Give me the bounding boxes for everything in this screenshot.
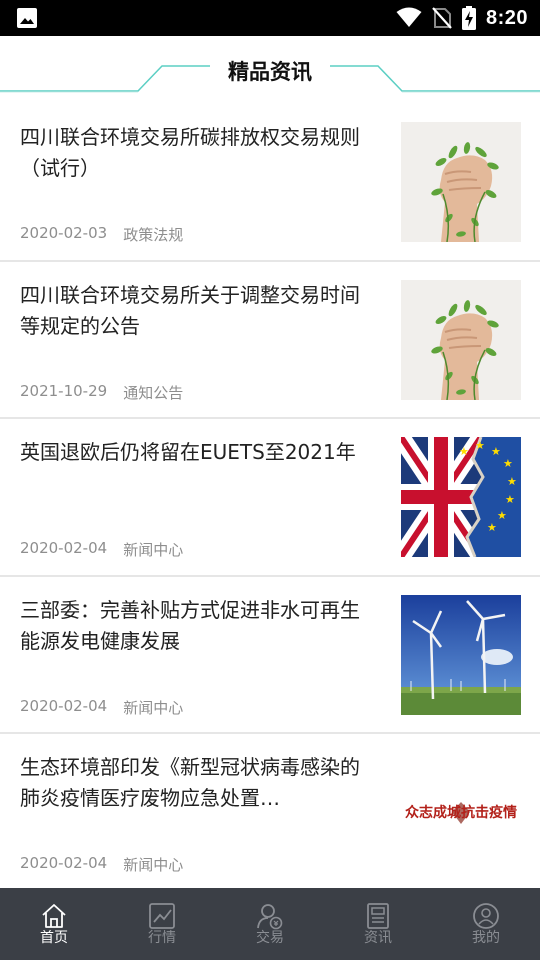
news-title: 生态环境部印发《新型冠状病毒感染的肺炎疫情医疗废物应急处置… [20, 755, 360, 810]
svg-text:★: ★ [505, 493, 515, 506]
news-list: 四川联合环境交易所碳排放权交易规则（试行） 2020-02-03 政策法规 四川… [0, 104, 540, 892]
bottom-nav: 首页 行情 交易 资讯 我的 [0, 888, 540, 960]
news-date: 2020-02-04 [20, 696, 108, 715]
svg-text:★: ★ [487, 521, 497, 534]
image-icon [17, 8, 37, 28]
wifi-icon [396, 7, 422, 27]
news-title: 四川联合环境交易所关于调整交易时间等规定的公告 [20, 282, 360, 338]
news-meta: 2021-10-29 通知公告 [20, 382, 183, 403]
status-bar: 8:20 [0, 0, 540, 36]
news-category: 新闻中心 [123, 856, 184, 874]
news-item[interactable]: 三部委：完善补贴方式促进非水可再生能源发电健康发展 2020-02-04 新闻中… [0, 577, 540, 734]
nav-item-profile[interactable]: 我的 [432, 888, 540, 960]
nav-label: 交易 [256, 930, 284, 946]
svg-text:众志成城抗击疫情: 众志成城抗击疫情 [405, 804, 517, 821]
clock-time: 8:20 [485, 6, 528, 29]
news-title: 三部委：完善补贴方式促进非水可再生能源发电健康发展 [20, 597, 360, 653]
svg-text:★: ★ [507, 475, 517, 488]
news-category: 政策法规 [123, 226, 184, 244]
news-category: 新闻中心 [123, 698, 184, 717]
battery-charging-icon [461, 6, 476, 30]
nav-label: 我的 [472, 930, 500, 946]
uk-eu-flag-image: ★ ★ ★ ★ ★ ★ ★ ★ [401, 437, 521, 557]
news-icon [367, 903, 389, 929]
svg-text:★: ★ [475, 439, 485, 452]
nav-item-home[interactable]: 首页 [0, 888, 108, 960]
svg-text:★: ★ [491, 445, 501, 458]
user-icon [473, 903, 499, 929]
news-item[interactable]: 英国退欧后仍将留在EUETS至2021年 2020-02-04 新闻中心 ★ ★… [0, 419, 540, 577]
news-date: 2021-10-29 [20, 381, 108, 400]
green-fist-image [401, 122, 521, 242]
nav-item-market[interactable]: 行情 [108, 888, 216, 960]
home-icon [42, 904, 66, 928]
news-date: 2020-02-04 [20, 854, 108, 872]
svg-text:★: ★ [503, 457, 513, 470]
news-meta: 2020-02-04 新闻中心 [20, 854, 183, 875]
epidemic-banner-image: 众志成城抗击疫情 [401, 752, 521, 872]
news-item[interactable]: 四川联合环境交易所碳排放权交易规则（试行） 2020-02-03 政策法规 [0, 104, 540, 262]
chart-icon [149, 903, 175, 929]
nav-item-trade[interactable]: 交易 [216, 888, 324, 960]
nav-label: 首页 [40, 930, 68, 946]
news-meta: 2020-02-04 新闻中心 [20, 539, 183, 560]
section-header: 精品资讯 [0, 36, 540, 104]
news-category: 通知公告 [123, 383, 184, 402]
nav-label: 行情 [148, 930, 176, 946]
news-category: 新闻中心 [123, 541, 184, 559]
nav-label: 资讯 [364, 930, 392, 946]
news-title: 四川联合环境交易所碳排放权交易规则（试行） [20, 125, 360, 180]
trade-icon [257, 904, 283, 930]
news-item[interactable]: 四川联合环境交易所关于调整交易时间等规定的公告 2021-10-29 通知公告 [0, 262, 540, 419]
wind-turbine-image [401, 594, 521, 715]
section-title: 精品资讯 [228, 60, 312, 84]
news-title: 英国退欧后仍将留在EUETS至2021年 [20, 440, 356, 464]
green-fist-image [401, 279, 521, 400]
svg-text:★: ★ [459, 445, 469, 458]
news-item[interactable]: 生态环境部印发《新型冠状病毒感染的肺炎疫情医疗废物应急处置… 2020-02-0… [0, 734, 540, 892]
nav-item-news[interactable]: 资讯 [324, 888, 432, 960]
svg-text:★: ★ [497, 509, 507, 522]
news-date: 2020-02-04 [20, 539, 108, 557]
news-meta: 2020-02-03 政策法规 [20, 224, 183, 245]
news-meta: 2020-02-04 新闻中心 [20, 697, 183, 718]
no-sim-icon [432, 7, 452, 29]
news-date: 2020-02-03 [20, 224, 108, 242]
